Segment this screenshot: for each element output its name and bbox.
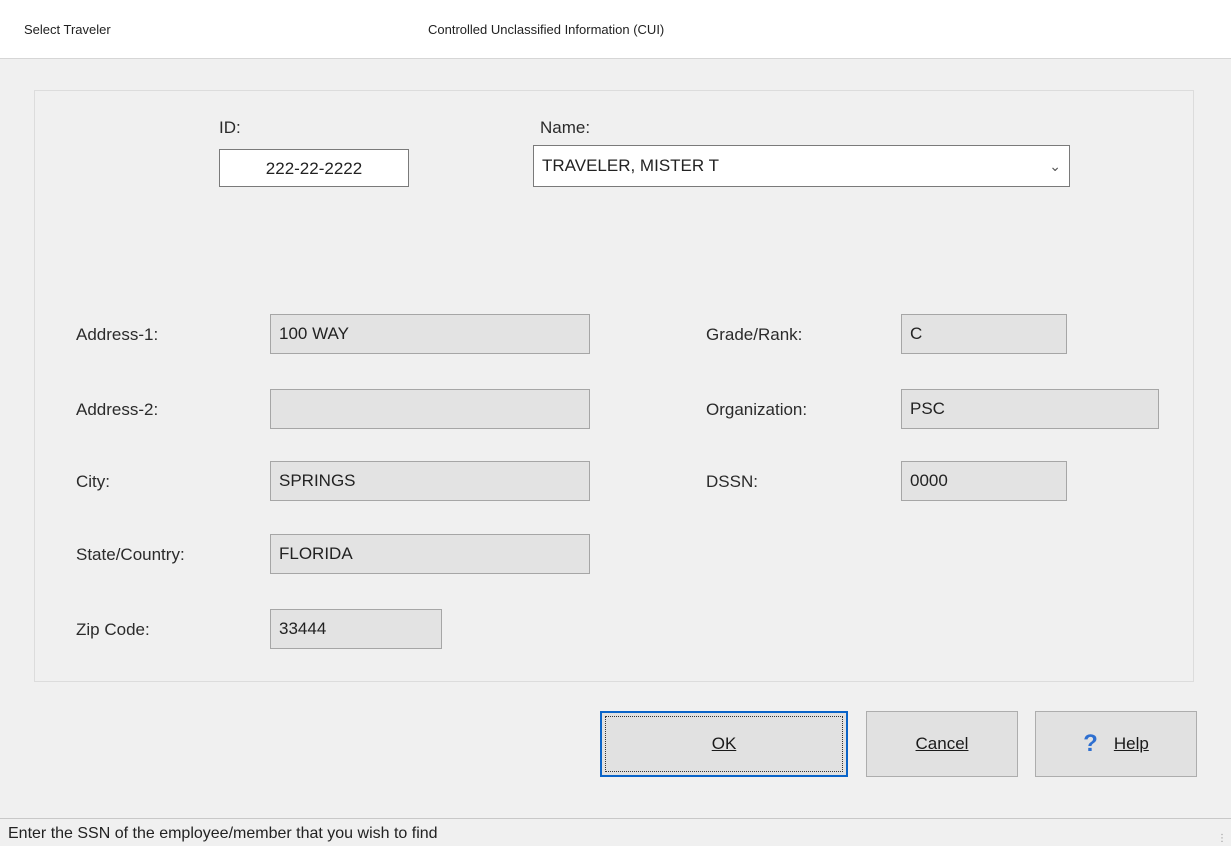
id-label: ID: <box>219 118 241 137</box>
help-button[interactable]: ? Help <box>1035 711 1197 777</box>
name-select[interactable]: TRAVELER, MISTER T ⌄ <box>533 145 1070 187</box>
id-input[interactable]: 222-22-2222 <box>219 149 409 187</box>
status-text: Enter the SSN of the employee/member tha… <box>8 825 438 842</box>
help-icon: ? <box>1083 730 1098 757</box>
id-input-value: 222-22-2222 <box>265 159 363 178</box>
address1-value: 100 WAY <box>279 324 349 343</box>
organization-field: PSC <box>901 389 1159 429</box>
address1-label: Address-1: <box>76 325 159 344</box>
name-label: Name: <box>540 118 591 137</box>
window-title: Select Traveler <box>24 22 111 37</box>
state-label: State/Country: <box>76 545 185 564</box>
state-value: FLORIDA <box>279 544 353 563</box>
name-select-value: TRAVELER, MISTER T <box>542 156 719 175</box>
city-field: SPRINGS <box>270 461 590 501</box>
grade-field: C <box>901 314 1067 354</box>
address2-label: Address-2: <box>76 400 159 419</box>
grade-value: C <box>910 324 923 343</box>
organization-label: Organization: <box>706 400 808 419</box>
grade-label: Grade/Rank: <box>706 325 803 344</box>
title-bar: Select Traveler Controlled Unclassified … <box>0 0 1231 59</box>
ok-button[interactable]: OK <box>600 711 848 777</box>
city-value: SPRINGS <box>279 471 356 490</box>
state-field: FLORIDA <box>270 534 590 574</box>
cancel-button-label: Cancel <box>915 734 969 753</box>
address2-field <box>270 389 590 429</box>
help-button-label: Help <box>1113 734 1149 753</box>
zip-label: Zip Code: <box>76 620 150 639</box>
cancel-button[interactable]: Cancel <box>866 711 1018 777</box>
status-bar: Enter the SSN of the employee/member tha… <box>0 818 1231 846</box>
zip-value: 33444 <box>279 619 327 638</box>
classification-banner: Controlled Unclassified Information (CUI… <box>428 22 665 37</box>
address1-field: 100 WAY <box>270 314 590 354</box>
city-label: City: <box>76 472 110 491</box>
ok-button-label: OK <box>711 734 737 753</box>
dssn-field: 0000 <box>901 461 1067 501</box>
chevron-down-icon[interactable]: ⌄ <box>1049 146 1061 186</box>
organization-value: PSC <box>910 399 945 418</box>
dssn-value: 0000 <box>910 471 948 490</box>
resize-grip-icon[interactable]: ⋮ <box>1217 833 1227 844</box>
dssn-label: DSSN: <box>706 472 758 491</box>
zip-field: 33444 <box>270 609 442 649</box>
